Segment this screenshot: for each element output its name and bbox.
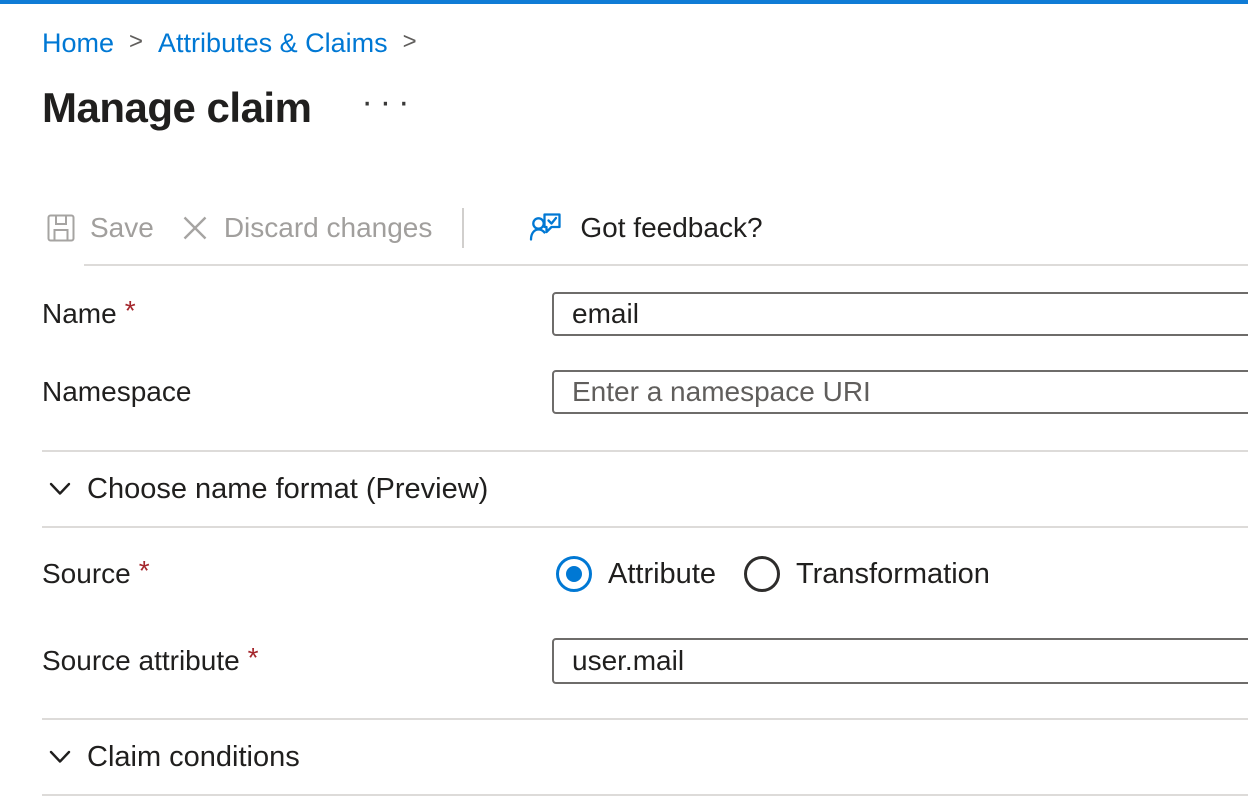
discard-changes-button[interactable]: Discard changes: [180, 212, 433, 244]
source-radio-group: Attribute Transformation: [556, 556, 1248, 592]
page-title: Manage claim: [42, 82, 311, 134]
radio-transformation-label[interactable]: Transformation: [796, 558, 990, 591]
source-attribute-input[interactable]: [552, 638, 1248, 684]
radio-attribute-label[interactable]: Attribute: [608, 558, 716, 591]
section-divider: [42, 794, 1248, 796]
source-attribute-field-label: Source attribute*: [42, 645, 552, 677]
breadcrumb-link-attributes-claims[interactable]: Attributes & Claims: [158, 28, 388, 58]
ellipsis-icon[interactable]: ···: [361, 92, 416, 112]
section-choose-name-format-label: Choose name format (Preview): [87, 473, 488, 506]
required-asterisk: *: [139, 555, 150, 586]
section-claim-conditions[interactable]: Claim conditions: [0, 720, 1248, 794]
save-label: Save: [90, 212, 154, 244]
save-icon: [46, 213, 76, 243]
chevron-right-icon: >: [403, 27, 417, 57]
got-feedback-label: Got feedback?: [580, 212, 762, 244]
chevron-right-icon: >: [129, 27, 143, 57]
chevron-down-icon: [49, 750, 71, 764]
name-input[interactable]: [552, 292, 1248, 336]
section-choose-name-format[interactable]: Choose name format (Preview): [0, 452, 1248, 526]
dismiss-icon: [180, 213, 210, 243]
feedback-icon: [528, 210, 564, 246]
got-feedback-button[interactable]: Got feedback?: [528, 210, 762, 246]
namespace-input[interactable]: [552, 370, 1248, 414]
save-button[interactable]: Save: [46, 212, 154, 244]
top-accent-bar: [0, 0, 1248, 4]
namespace-field-label: Namespace: [42, 376, 552, 408]
radio-attribute[interactable]: [556, 556, 592, 592]
toolbar-divider-line: [84, 264, 1248, 266]
section-divider: [42, 526, 1248, 528]
source-field-label: Source*: [42, 558, 552, 590]
required-asterisk: *: [125, 295, 136, 326]
chevron-down-icon: [49, 482, 71, 496]
section-claim-conditions-label: Claim conditions: [87, 741, 300, 774]
discard-changes-label: Discard changes: [224, 212, 433, 244]
toolbar-divider: [462, 208, 464, 248]
command-bar: Save Discard changes Got feedb: [42, 204, 1248, 252]
breadcrumb: Home > Attributes & Claims >: [42, 28, 1248, 58]
radio-transformation[interactable]: [744, 556, 780, 592]
breadcrumb-link-home[interactable]: Home: [42, 28, 114, 58]
name-field-label: Name*: [42, 298, 552, 330]
required-asterisk: *: [248, 642, 259, 673]
